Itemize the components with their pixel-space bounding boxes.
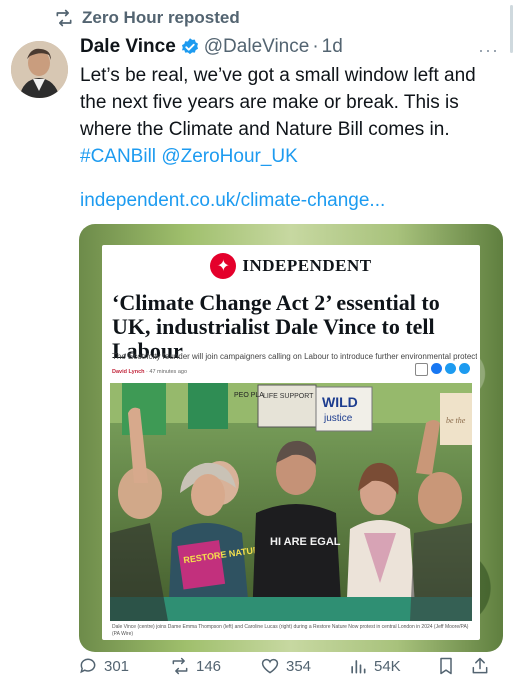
avatar[interactable]: [11, 41, 68, 98]
share-icons: [415, 363, 470, 376]
masthead: ✦ INDEPENDENT: [102, 253, 480, 279]
twitter-icon: [445, 363, 456, 374]
share-button[interactable]: [470, 656, 490, 676]
views-chart-icon: [351, 660, 366, 674]
bookmark-icon: [440, 657, 452, 675]
sign-be-the: be the: [446, 416, 466, 425]
sign-wild: WILD: [322, 394, 358, 410]
separator-dot: ·: [312, 36, 319, 57]
tweet-text: Let’s be real, we’ve got a small window …: [80, 62, 500, 170]
hashtag-link[interactable]: #CANBill: [80, 146, 156, 167]
article-author: David Lynch: [112, 369, 145, 375]
repost-icon: [56, 9, 72, 27]
link-preview-card[interactable]: ✦ INDEPENDENT ‘Climate Change Act 2’ ess…: [79, 224, 503, 652]
reply-count: 301: [104, 657, 130, 675]
repost-count: 146: [196, 657, 222, 675]
reply-button[interactable]: 301: [78, 656, 129, 676]
repost-label: Zero Hour reposted: [82, 8, 240, 27]
tweet-header: Dale Vince @DaleVince · 1d: [80, 36, 501, 58]
article-screenshot: ✦ INDEPENDENT ‘Climate Change Act 2’ ess…: [102, 245, 480, 640]
views-button[interactable]: 54K: [348, 656, 401, 676]
repost-icon: [172, 657, 188, 675]
action-bar: 301 146 354 54K: [78, 654, 498, 678]
author-name[interactable]: Dale Vince: [80, 36, 176, 58]
photo-caption: Dale Vince (centre) joins Dame Emma Thom…: [112, 624, 469, 637]
reply-icon: [80, 658, 96, 674]
publication-name: INDEPENDENT: [242, 256, 372, 275]
article-standfirst: The Ecotricity founder will join campaig…: [112, 352, 477, 361]
more-options-icon[interactable]: ···: [478, 40, 499, 61]
avatar-image: [11, 41, 68, 98]
article-url-link[interactable]: independent.co.uk/climate-change...: [80, 190, 385, 212]
facebook-icon: [431, 363, 442, 374]
views-count: 54K: [374, 657, 401, 675]
repost-indicator[interactable]: Zero Hour reposted: [54, 8, 240, 28]
bookmark-button[interactable]: [436, 656, 456, 676]
shirt-text: HI ARE EGAL: [270, 536, 341, 548]
article-time: 47 minutes ago: [149, 369, 187, 375]
share-icon: [472, 657, 488, 674]
repost-button[interactable]: 146: [170, 656, 221, 676]
heart-icon: [261, 658, 279, 674]
sign-justice: justice: [323, 413, 353, 424]
mention-link[interactable]: @ZeroHour_UK: [161, 146, 298, 167]
bookmark-share-icon: [415, 363, 428, 376]
eagle-logo-icon: ✦: [210, 253, 237, 279]
protest-photo: LIFE SUPPORT SYSTEM PEO PLA WILD justice…: [110, 383, 472, 621]
timestamp[interactable]: 1d: [322, 36, 343, 58]
email-icon: [459, 363, 470, 374]
like-button[interactable]: 354: [260, 656, 311, 676]
tweet-body: Let’s be real, we’ve got a small window …: [80, 65, 476, 140]
sign-peo: PEO PLA: [234, 392, 264, 399]
author-handle[interactable]: @DaleVince: [204, 36, 310, 58]
verified-badge-icon: [180, 37, 200, 57]
article-byline: David Lynch · 47 minutes ago: [112, 369, 187, 375]
like-count: 354: [286, 657, 312, 675]
